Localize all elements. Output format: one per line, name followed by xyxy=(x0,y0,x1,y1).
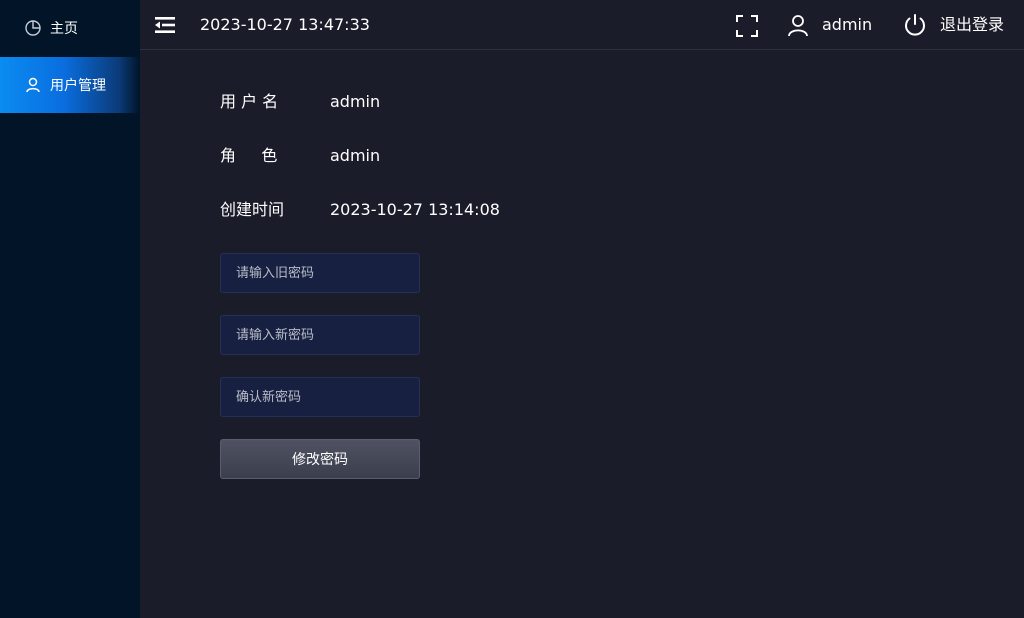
header-username: admin xyxy=(822,15,873,34)
old-password-input[interactable] xyxy=(220,253,420,293)
username-value: admin xyxy=(330,92,381,111)
role-label: 角 色 xyxy=(220,146,278,165)
change-password-button[interactable]: 修改密码 xyxy=(220,439,420,479)
user-icon xyxy=(24,76,42,94)
user-avatar-icon xyxy=(786,13,810,37)
fullscreen-icon[interactable] xyxy=(735,14,759,38)
created-time-value: 2023-10-27 13:14:08 xyxy=(330,200,500,219)
app: 主页 用户管理 2023-10-27 13:47:33 admin 退出登录 用… xyxy=(0,0,1024,618)
username-label: 用 户 名 xyxy=(220,92,279,111)
current-datetime: 2023-10-27 13:47:33 xyxy=(200,15,370,34)
power-icon[interactable] xyxy=(903,13,927,37)
sidebar-item-label: 主页 xyxy=(50,21,78,37)
sidebar-item-home[interactable]: 主页 xyxy=(0,0,140,56)
logout-button[interactable]: 退出登录 xyxy=(940,15,1004,35)
created-time-label: 创建时间 xyxy=(220,200,285,219)
new-password-input[interactable] xyxy=(220,315,420,355)
header: 2023-10-27 13:47:33 admin 退出登录 xyxy=(140,0,1024,50)
menu-fold-icon[interactable] xyxy=(154,14,176,36)
sidebar: 主页 用户管理 xyxy=(0,0,140,618)
sidebar-item-label: 用户管理 xyxy=(50,78,106,94)
pie-chart-icon xyxy=(24,19,42,37)
confirm-password-input[interactable] xyxy=(220,377,420,417)
role-value: admin xyxy=(330,146,381,165)
sidebar-item-user-management[interactable]: 用户管理 xyxy=(0,57,140,113)
